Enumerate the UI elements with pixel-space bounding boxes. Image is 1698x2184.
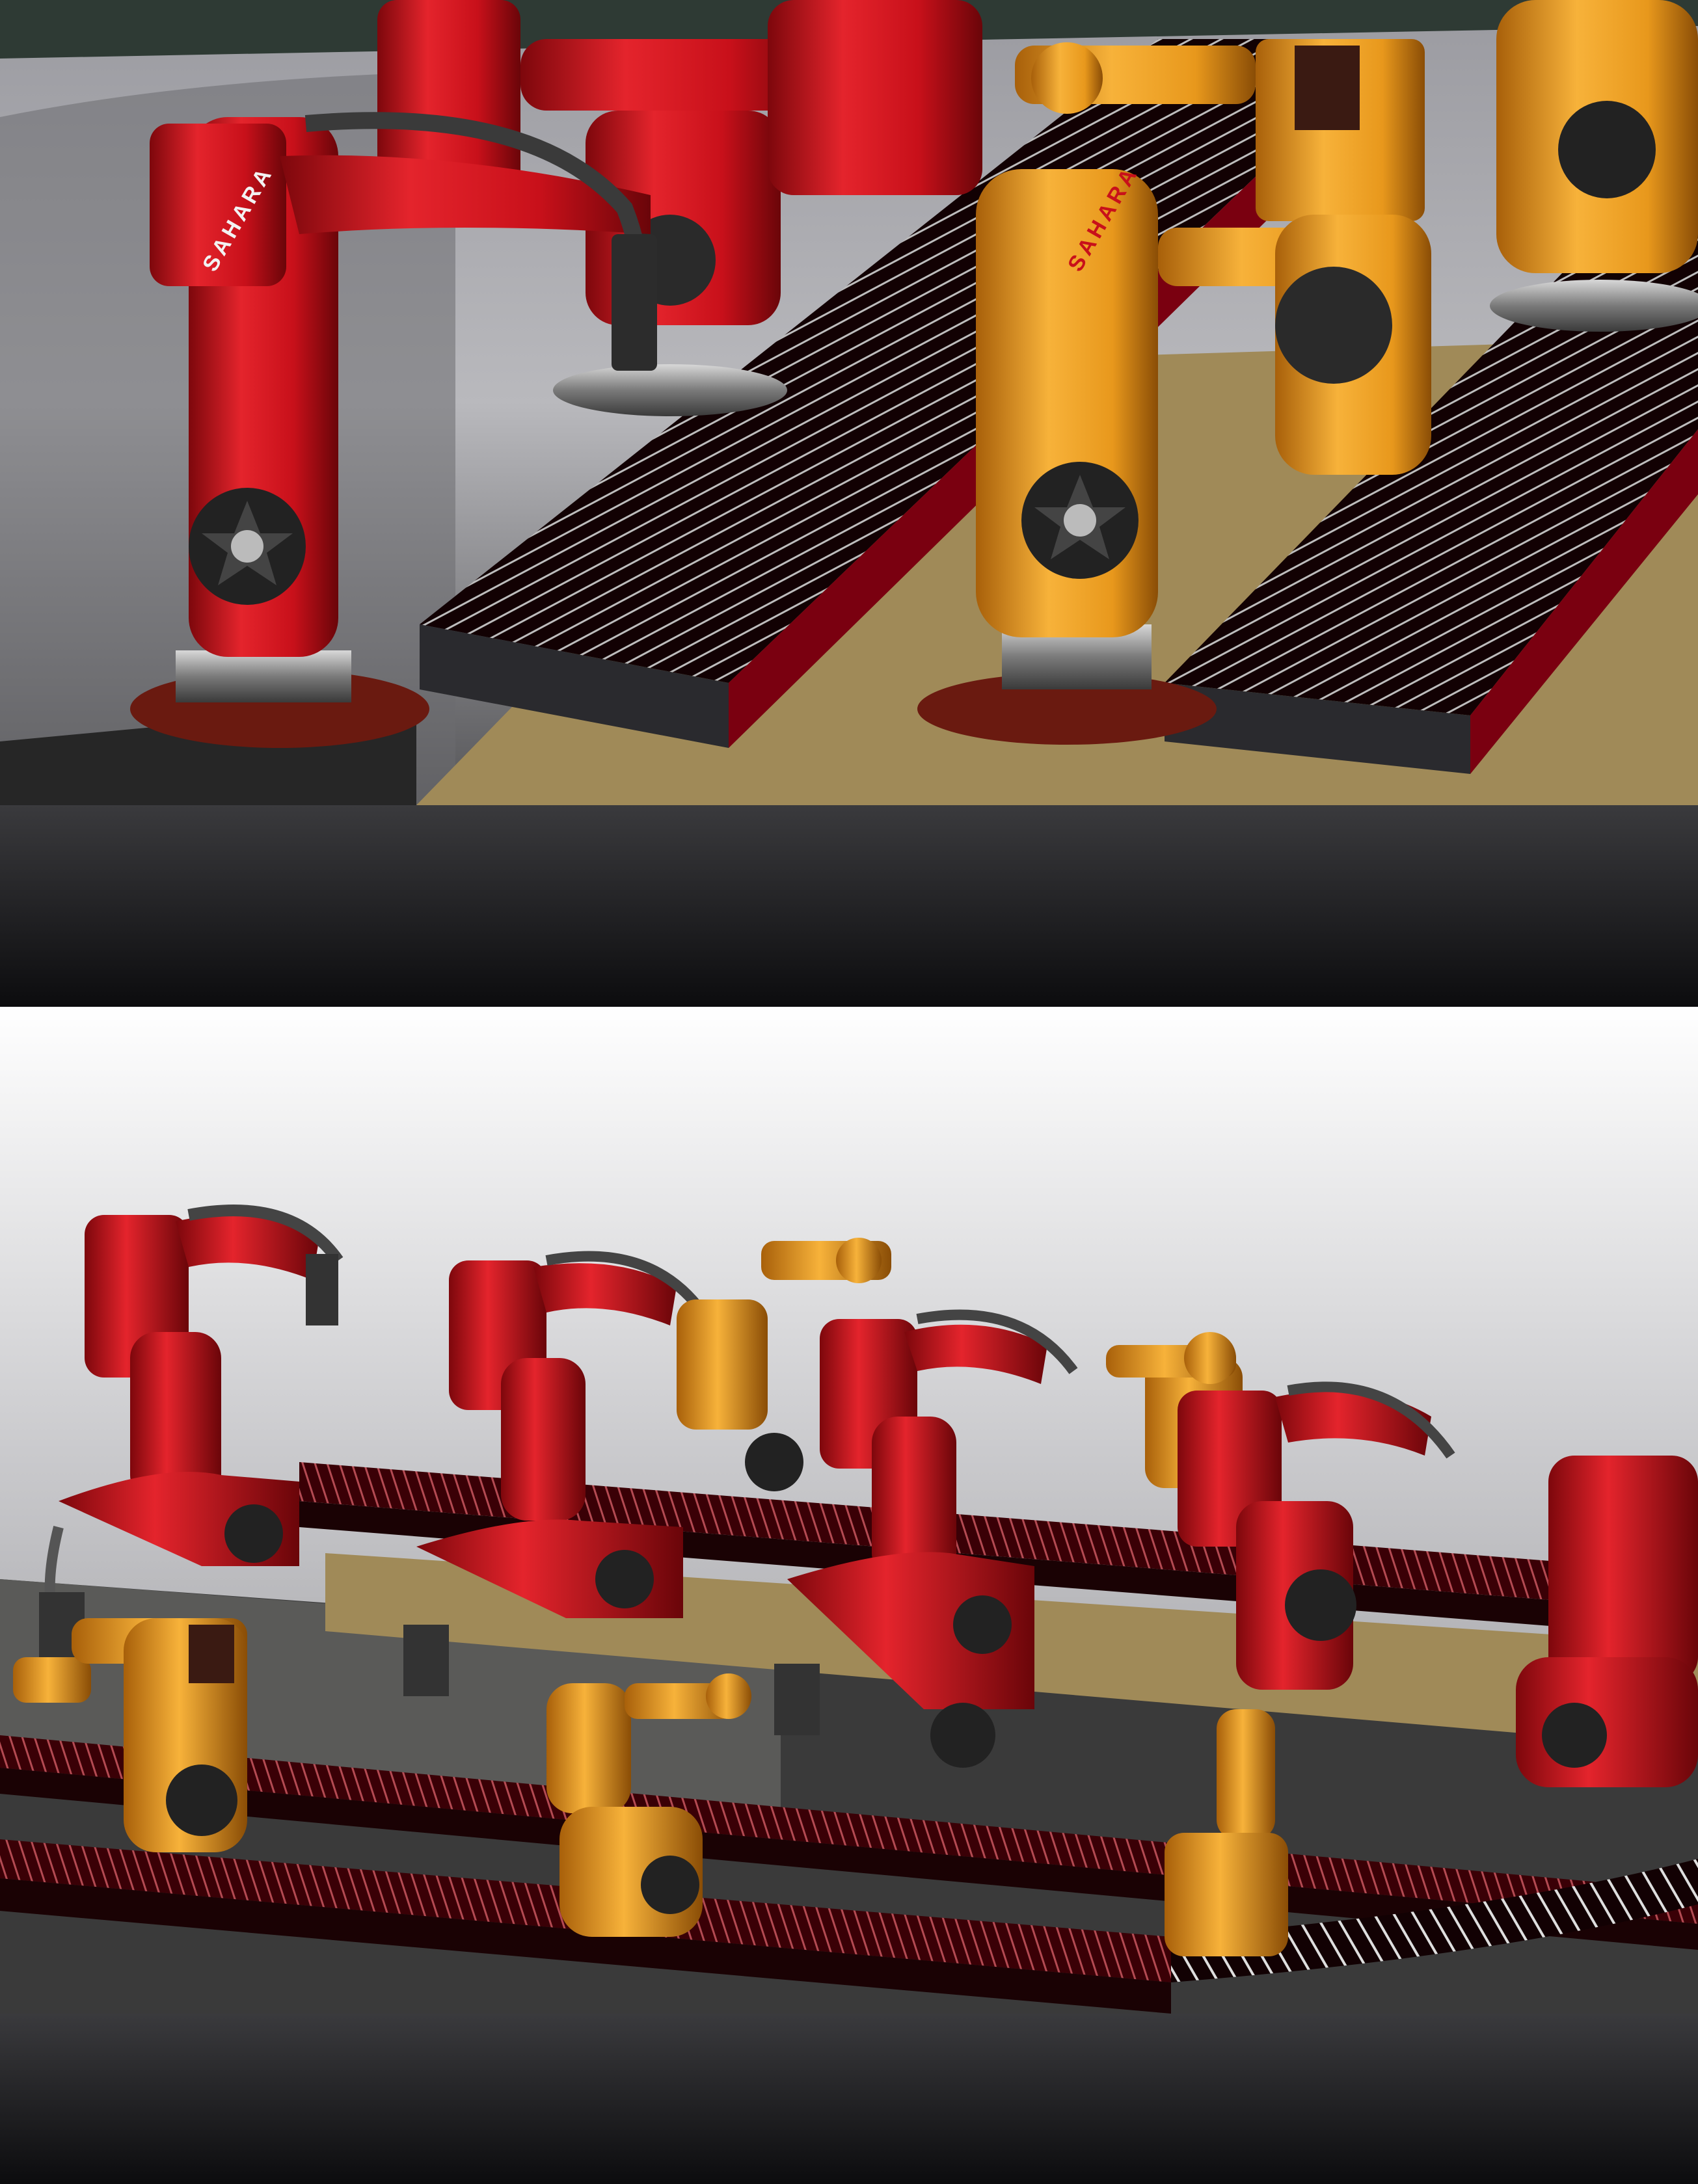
separator-band [0, 805, 1698, 1007]
render-closeup: SAHARA SAHARA [0, 0, 1698, 805]
separator-band-bottom [0, 2014, 1698, 2184]
render-overview [0, 1007, 1698, 2014]
